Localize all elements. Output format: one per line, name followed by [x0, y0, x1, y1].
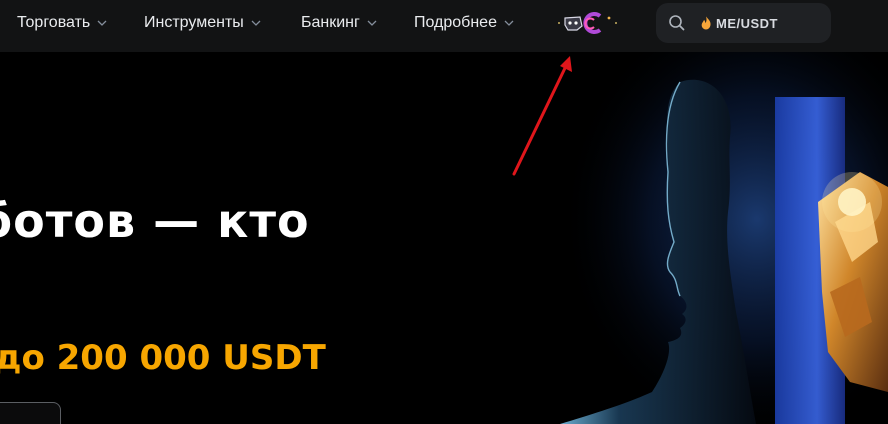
chevron-down-icon [250, 17, 262, 29]
nav-banking[interactable]: Банкинг [301, 0, 378, 46]
hero-prize-amount: до 200 000 USDT [0, 338, 326, 378]
search-box[interactable]: ME/USDT [656, 3, 831, 43]
nav-more-label: Подробнее [414, 14, 497, 31]
chevron-down-icon [96, 17, 108, 29]
promo-logo-icon[interactable] [556, 10, 620, 36]
fire-icon [700, 16, 712, 30]
hero-artwork: ИИ [560, 52, 888, 424]
chevron-down-icon [366, 17, 378, 29]
top-navigation: Торговать Инструменты Банкинг Подробнее [0, 0, 888, 52]
nav-trade[interactable]: Торговать [17, 0, 108, 46]
nav-more[interactable]: Подробнее [414, 0, 515, 46]
hero-headline: ботов — кто [0, 194, 310, 248]
chevron-down-icon [503, 17, 515, 29]
nav-tools[interactable]: Инструменты [144, 0, 262, 46]
nav-banking-label: Банкинг [301, 14, 360, 31]
nav-tools-label: Инструменты [144, 14, 244, 31]
nav-trade-label: Торговать [17, 14, 91, 31]
hero-banner: ИИ ботов — кто до 200 000 USDT [0, 52, 888, 424]
search-icon[interactable] [668, 14, 686, 32]
search-trending-term[interactable]: ME/USDT [716, 16, 778, 31]
hero-cta-button[interactable] [0, 402, 61, 424]
